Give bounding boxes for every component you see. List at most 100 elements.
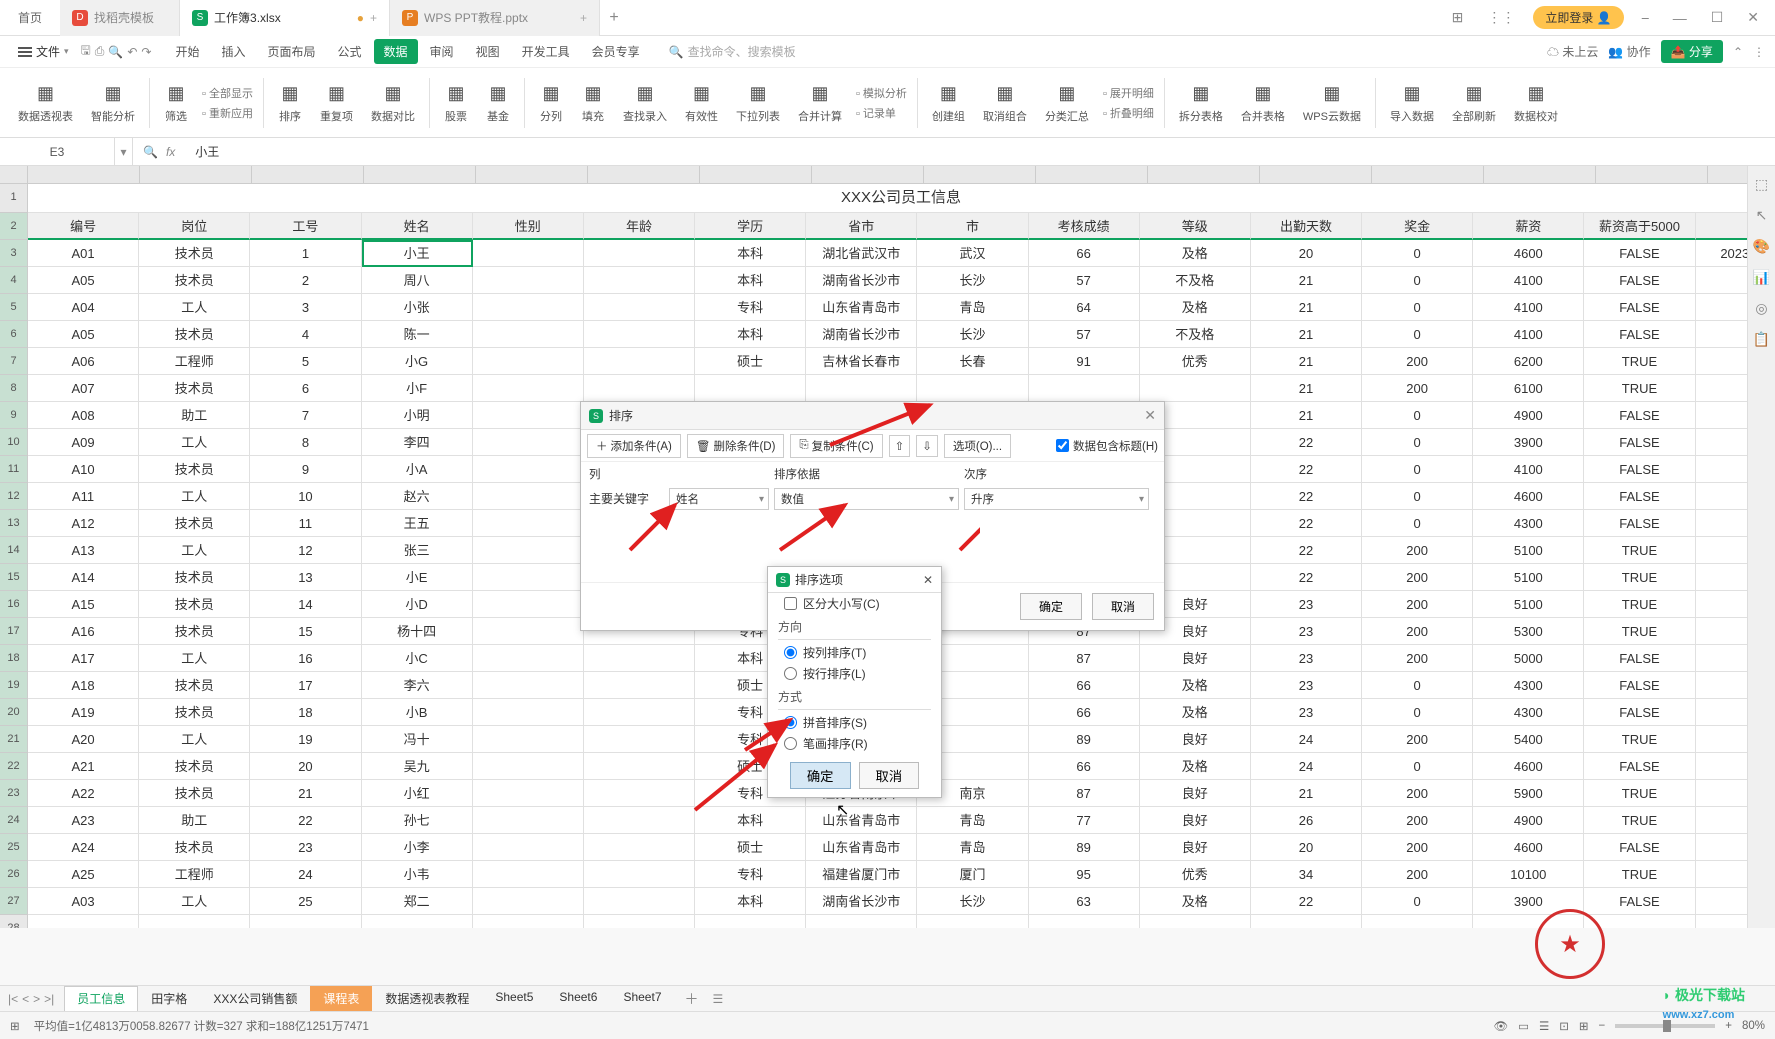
row-header[interactable]: 28 <box>0 915 28 928</box>
cell[interactable]: 21 <box>1251 294 1362 321</box>
login-button[interactable]: 立即登录 👤 <box>1533 6 1623 29</box>
cell[interactable]: 9 <box>250 456 361 483</box>
sort-order-select[interactable]: 升序 <box>964 488 1149 510</box>
cell[interactable]: 4300 <box>1473 699 1584 726</box>
cell[interactable]: FALSE <box>1584 672 1695 699</box>
row-header[interactable]: 10 <box>0 429 28 456</box>
cell[interactable]: 专科 <box>695 861 806 888</box>
cell[interactable]: 及格 <box>1140 753 1251 780</box>
cell[interactable]: 小C <box>362 645 473 672</box>
cell[interactable]: 青岛 <box>917 807 1028 834</box>
cell[interactable]: 22 <box>1251 537 1362 564</box>
menu-tab-开发工具[interactable]: 开发工具 <box>512 39 580 64</box>
name-box-dropdown[interactable]: ▾ <box>115 138 133 165</box>
cell[interactable]: FALSE <box>1584 888 1695 915</box>
case-sensitive-checkbox[interactable]: 区分大小写(C) <box>768 593 941 614</box>
cell[interactable] <box>1029 915 1140 928</box>
ok-button[interactable]: 确定 <box>1020 593 1082 620</box>
ribbon-创建组[interactable]: ▦创建组 <box>924 71 973 135</box>
cell[interactable]: A18 <box>28 672 139 699</box>
undo-icon[interactable]: ↶ <box>127 45 137 59</box>
sort-column-select[interactable]: 姓名 <box>669 488 769 510</box>
cell[interactable]: 技术员 <box>139 240 250 267</box>
cell[interactable]: 及格 <box>1140 240 1251 267</box>
ribbon-智能分析[interactable]: ▦智能分析 <box>83 71 143 135</box>
company-title[interactable]: XXX公司员工信息 <box>28 184 1775 213</box>
name-box[interactable]: E3 <box>0 138 115 165</box>
close-icon[interactable]: ✕ <box>1144 407 1156 424</box>
cell[interactable] <box>1362 915 1473 928</box>
add-condition-button[interactable]: ＋添加条件(A) <box>587 434 681 458</box>
row-header[interactable]: 21 <box>0 726 28 753</box>
cell[interactable]: 200 <box>1362 807 1473 834</box>
cell[interactable]: 本科 <box>695 807 806 834</box>
cell[interactable]: 赵六 <box>362 483 473 510</box>
cell[interactable]: 23 <box>1251 645 1362 672</box>
cell[interactable] <box>1584 915 1695 928</box>
cell[interactable] <box>473 294 584 321</box>
new-tab-button[interactable]: + <box>600 9 628 27</box>
cell[interactable]: 15 <box>250 618 361 645</box>
sheet-tab-Sheet6[interactable]: Sheet6 <box>546 986 610 1011</box>
ribbon-small-全部显示[interactable]: ▫ 全部显示 <box>198 84 257 102</box>
cancel-button[interactable]: 取消 <box>1092 593 1154 620</box>
cell[interactable]: 22 <box>1251 483 1362 510</box>
cell[interactable]: 21 <box>1251 375 1362 402</box>
ribbon-排序[interactable]: ▦排序 <box>270 71 310 135</box>
cell[interactable]: 专科 <box>695 294 806 321</box>
cell[interactable]: TRUE <box>1584 591 1695 618</box>
cell[interactable]: 吉林省长春市 <box>806 348 917 375</box>
cell[interactable]: 0 <box>1362 753 1473 780</box>
fx-icon[interactable]: fx <box>166 145 175 159</box>
cell[interactable] <box>473 348 584 375</box>
cell[interactable]: FALSE <box>1584 429 1695 456</box>
cell[interactable] <box>473 672 584 699</box>
close-icon[interactable]: ✕ <box>923 573 933 587</box>
cell[interactable]: A22 <box>28 780 139 807</box>
cell[interactable]: 200 <box>1362 564 1473 591</box>
cell[interactable] <box>473 645 584 672</box>
cell[interactable] <box>473 699 584 726</box>
cell[interactable]: 李四 <box>362 429 473 456</box>
cell[interactable]: 优秀 <box>1140 348 1251 375</box>
first-sheet-button[interactable]: |< <box>8 992 18 1006</box>
ribbon-合并计算[interactable]: ▦合并计算 <box>790 71 850 135</box>
eye-icon[interactable]: 👁 <box>1493 1019 1508 1033</box>
col-header[interactable] <box>1260 166 1372 184</box>
cell[interactable]: 湖北省武汉市 <box>806 240 917 267</box>
cell[interactable]: TRUE <box>1584 807 1695 834</box>
cell[interactable]: 湖南省长沙市 <box>806 321 917 348</box>
cell[interactable] <box>584 780 695 807</box>
cell[interactable]: 3900 <box>1473 429 1584 456</box>
cell[interactable]: 0 <box>1362 483 1473 510</box>
cell[interactable]: 10100 <box>1473 861 1584 888</box>
cell[interactable]: TRUE <box>1584 726 1695 753</box>
cell[interactable]: 李六 <box>362 672 473 699</box>
cell[interactable]: 22 <box>1251 429 1362 456</box>
cell[interactable]: 1 <box>250 240 361 267</box>
sidebar-target-icon[interactable]: ◎ <box>1755 300 1767 317</box>
cell[interactable] <box>473 483 584 510</box>
cell[interactable]: 200 <box>1362 375 1473 402</box>
cell[interactable]: FALSE <box>1584 294 1695 321</box>
cell[interactable] <box>473 726 584 753</box>
cell[interactable]: 小G <box>362 348 473 375</box>
cell[interactable]: 4300 <box>1473 510 1584 537</box>
sort-by-column-radio[interactable]: 按列排序(T) <box>768 642 941 663</box>
copy-condition-button[interactable]: ⎘复制条件(C) <box>790 434 882 458</box>
row-header[interactable]: 5 <box>0 294 28 321</box>
cell[interactable]: 工人 <box>139 726 250 753</box>
radio[interactable] <box>784 667 797 680</box>
ribbon-small-模拟分析[interactable]: ▫ 模拟分析 <box>852 84 911 102</box>
column-header[interactable]: 姓名 <box>362 213 473 240</box>
doc-tab-ppt[interactable]: P WPS PPT教程.pptx + <box>390 0 600 36</box>
cell[interactable]: 郑二 <box>362 888 473 915</box>
formula-input[interactable]: 小王 <box>185 143 1775 160</box>
cell[interactable]: 技术员 <box>139 591 250 618</box>
cell[interactable]: 小E <box>362 564 473 591</box>
cell[interactable]: 小F <box>362 375 473 402</box>
cell[interactable]: 89 <box>1029 726 1140 753</box>
cell[interactable]: FALSE <box>1584 834 1695 861</box>
cell[interactable]: 200 <box>1362 537 1473 564</box>
cell[interactable]: FALSE <box>1584 240 1695 267</box>
